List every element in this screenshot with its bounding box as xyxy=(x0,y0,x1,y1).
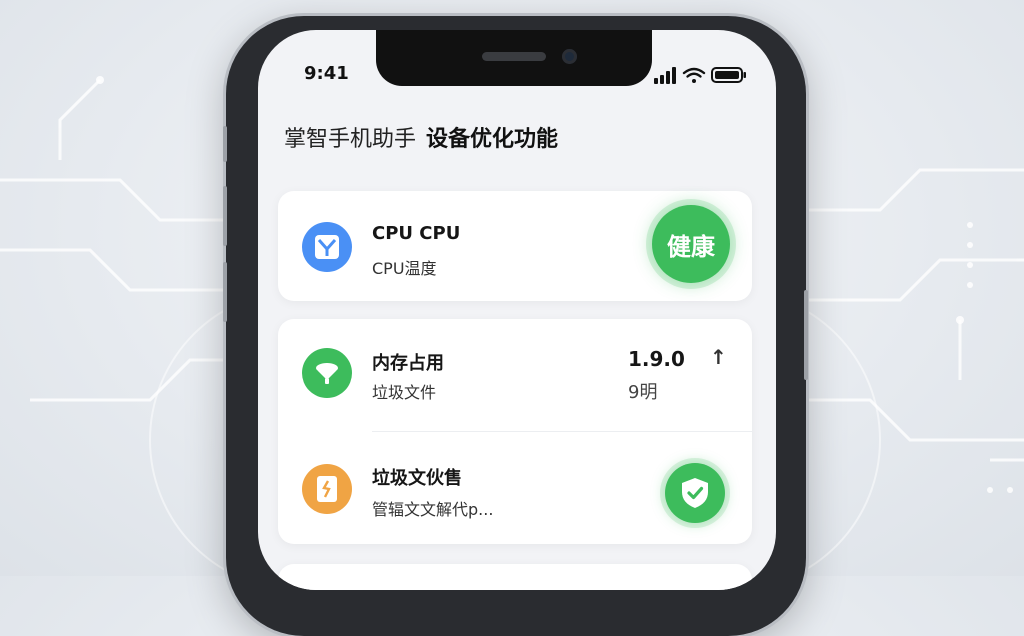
power-button xyxy=(804,290,808,380)
next-card[interactable] xyxy=(278,564,752,590)
junk-row[interactable]: 垃圾文伙售 管辐文文解代p... xyxy=(278,432,752,544)
notch xyxy=(376,30,652,86)
memory-row[interactable]: 内存占用 垃圾文件 1.9.0 9明 ↑ xyxy=(278,319,752,431)
junk-title: 垃圾文伙售 xyxy=(372,468,462,489)
shield-check-icon[interactable] xyxy=(665,463,725,523)
cpu-title: CPU CPU xyxy=(372,223,461,244)
memory-title: 内存占用 xyxy=(372,353,444,374)
memory-value: 1.9.0 xyxy=(628,347,685,371)
volume-down-button xyxy=(223,262,227,322)
signal-icon xyxy=(654,67,676,84)
volume-up-button xyxy=(223,186,227,246)
grid-app-icon xyxy=(302,222,352,272)
section-title: 设备优化功能 xyxy=(426,127,559,152)
cpu-card[interactable]: CPU CPU CPU温度 健康 xyxy=(278,191,752,301)
status-icons xyxy=(654,67,746,84)
storage-card: 内存占用 垃圾文件 1.9.0 9明 ↑ 垃圾文伙售 管辐文文解代p... xyxy=(278,319,752,544)
file-icon xyxy=(302,464,352,514)
memory-subtitle: 垃圾文件 xyxy=(372,383,437,402)
status-time: 9:41 xyxy=(304,63,349,84)
arrow-up-icon: ↑ xyxy=(710,345,727,369)
battery-icon xyxy=(711,67,746,83)
app-name: 掌智手机助手 xyxy=(284,127,417,152)
front-camera xyxy=(562,49,577,64)
phone-screen: 9:41 掌智手机助手 设备优化功能 CPU CPU CPU温度 健康 内存占用… xyxy=(258,30,776,590)
wifi-icon xyxy=(682,67,706,83)
junk-subtitle: 管辐文文解代p... xyxy=(372,500,494,519)
memory-value-sub: 9明 xyxy=(628,382,658,403)
health-status-badge[interactable]: 健康 xyxy=(652,205,730,283)
speaker-grille xyxy=(482,52,546,61)
cpu-subtitle: CPU温度 xyxy=(372,259,437,278)
page-title: 掌智手机助手 设备优化功能 xyxy=(284,121,558,153)
broom-icon xyxy=(302,348,352,398)
mute-switch xyxy=(223,126,227,162)
